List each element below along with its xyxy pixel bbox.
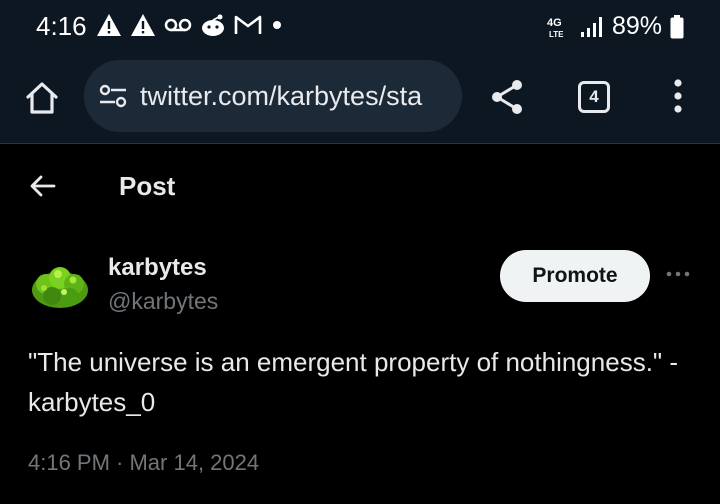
gmail-icon	[234, 15, 262, 34]
promote-button[interactable]: Promote	[500, 250, 650, 302]
warning-icon	[131, 14, 155, 36]
browser-toolbar: twitter.com/karbytes/sta 4	[0, 54, 720, 144]
battery-icon	[670, 14, 684, 38]
avatar-image	[28, 254, 93, 319]
page-title: Post	[119, 171, 176, 201]
tweet-text: "The universe is an emergent property of…	[28, 347, 679, 417]
tweet-timestamp[interactable]: 4:16 PM · Mar 14, 2024	[28, 450, 259, 476]
network-icon: 4GLTE	[547, 17, 564, 39]
svg-text:4G: 4G	[547, 17, 562, 29]
post-header: Post	[0, 145, 720, 227]
more-vert-icon[interactable]	[666, 76, 690, 116]
status-time: 4:16	[36, 11, 87, 41]
notification-icons	[96, 13, 284, 37]
tabs-button[interactable]: 4	[578, 81, 610, 113]
home-icon[interactable]	[24, 80, 60, 116]
status-right: 4G LTE 89%	[546, 12, 684, 41]
url-bar[interactable]: twitter.com/karbytes/sta	[84, 60, 462, 132]
battery-percent: 89%	[611, 12, 662, 40]
user-handle[interactable]: @karbytes	[108, 288, 218, 315]
site-settings-icon[interactable]	[98, 81, 128, 111]
tab-count: 4	[589, 87, 599, 106]
signal-icon	[580, 16, 602, 37]
warning-icon	[97, 14, 121, 36]
dot-icon	[273, 21, 281, 29]
avatar[interactable]	[28, 254, 93, 319]
reddit-icon	[202, 14, 224, 36]
more-horiz-icon[interactable]	[664, 262, 692, 286]
display-name[interactable]: karbytes	[108, 254, 207, 282]
voicemail-icon	[164, 18, 192, 32]
status-bar: 4:16 4G LTE 89%	[0, 0, 720, 54]
svg-text:LTE: LTE	[549, 30, 564, 39]
back-arrow-icon[interactable]	[28, 171, 58, 201]
url-text[interactable]: twitter.com/karbytes/sta	[140, 81, 422, 112]
share-icon[interactable]	[488, 78, 526, 116]
